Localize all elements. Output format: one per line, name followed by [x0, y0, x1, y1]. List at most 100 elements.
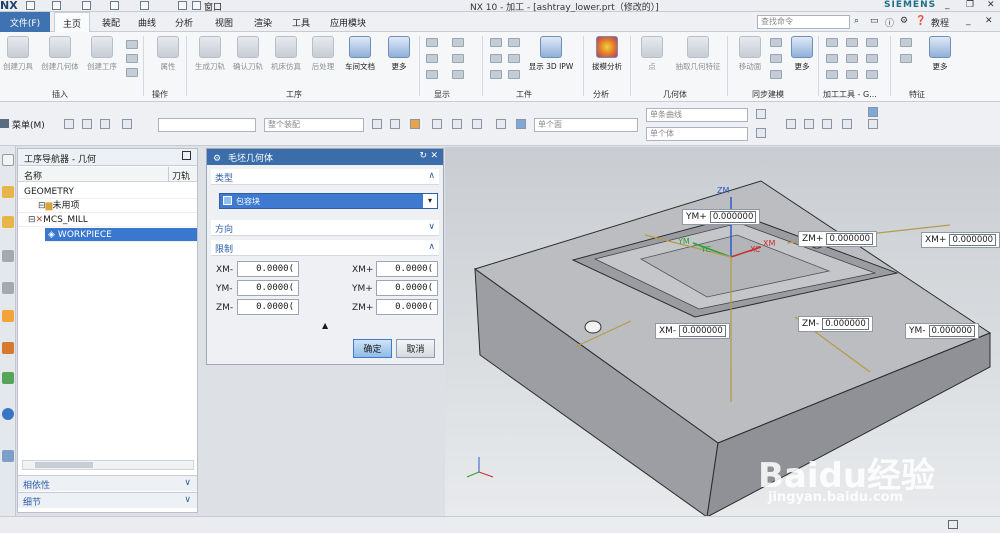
machining-tool-icon[interactable] [826, 54, 838, 63]
reset-icon[interactable]: ↻ [419, 151, 427, 161]
view-icon[interactable] [842, 119, 852, 129]
xm-minus-handle[interactable]: XM- 0.000000 [655, 323, 730, 339]
curve-filter-select[interactable]: 单条曲线 [646, 108, 748, 122]
feature-icon[interactable] [900, 54, 912, 63]
settings-icon[interactable]: ⚙ [900, 16, 908, 26]
tab-analysis[interactable]: 分析 [167, 12, 201, 32]
snap-icon[interactable] [452, 119, 462, 129]
command-search-input[interactable]: 查找命令 [757, 15, 850, 29]
tutorial-link[interactable]: 教程 [931, 16, 949, 29]
view-icon[interactable] [786, 119, 796, 129]
file-menu[interactable]: 文件(F) [0, 12, 50, 32]
restore-button[interactable]: ❐ [966, 0, 974, 10]
roles-tab-icon[interactable] [2, 450, 14, 462]
workpiece-icon[interactable] [490, 54, 502, 63]
xm-minus-input[interactable]: 0.0000( [237, 261, 299, 277]
history-tab-icon[interactable] [2, 342, 14, 354]
display-icon[interactable] [452, 38, 464, 47]
snap-icon[interactable] [410, 119, 420, 129]
tab-curve[interactable]: 曲线 [130, 12, 164, 32]
machining-tool-icon[interactable] [866, 70, 878, 79]
machining-tool-icon[interactable] [846, 54, 858, 63]
view-icon[interactable] [822, 119, 832, 129]
selection-icon[interactable] [756, 128, 766, 138]
fullscreen-icon[interactable] [948, 520, 958, 529]
draft-analysis-button[interactable]: 拔模分析 [585, 36, 629, 72]
close-icon[interactable]: ✕ [430, 151, 438, 161]
assembly-navigator-tab-icon[interactable] [2, 282, 14, 294]
machining-tool-icon[interactable] [846, 70, 858, 79]
body-filter-select[interactable]: 单个体 [646, 127, 748, 141]
horizontal-scrollbar[interactable] [22, 460, 194, 470]
ym-plus-input[interactable]: 0.0000( [376, 280, 438, 296]
xm-plus-handle[interactable]: XM+ 0.000000 [921, 232, 1000, 248]
dependencies-panel[interactable]: 相依性 ∨ [18, 475, 197, 491]
select-icon[interactable] [82, 119, 92, 129]
type-section-header[interactable]: 类型 ∧ [211, 169, 439, 185]
ym-plus-handle[interactable]: YM+ 0.000000 [682, 209, 761, 225]
tab-tools[interactable]: 工具 [284, 12, 318, 32]
tree-row-unused[interactable]: ⊟▆未用项 [18, 199, 197, 213]
web-browser-tab-icon[interactable] [2, 408, 14, 420]
assembly-filter-select[interactable]: 整个装配 [264, 118, 364, 132]
window-icon[interactable] [192, 1, 201, 10]
tree-row-geometry[interactable]: GEOMETRY [18, 185, 197, 199]
point-button[interactable]: 点 [630, 36, 674, 72]
minimize-button[interactable]: _ [945, 0, 950, 10]
show-3d-ipw-button[interactable]: 显示 3D IPW [526, 36, 576, 72]
zm-plus-handle[interactable]: ZM+ 0.000000 [798, 231, 878, 247]
operation-navigator-tab-icon[interactable] [2, 186, 14, 198]
maximize-icon[interactable] [182, 151, 191, 160]
machining-tool-icon[interactable] [866, 38, 878, 47]
workpiece-icon[interactable] [490, 38, 502, 47]
shop-doc-button[interactable]: 车间文档 [338, 36, 382, 72]
view-icon[interactable] [868, 119, 878, 129]
details-panel[interactable]: 细节 ∨ [18, 492, 197, 508]
palette-tab-icon[interactable] [2, 372, 14, 384]
workpiece-icon[interactable] [508, 54, 520, 63]
direction-section-header[interactable]: 方向 ∨ [211, 220, 439, 236]
machining-tool-icon[interactable] [846, 38, 858, 47]
ym-minus-handle[interactable]: YM- 0.000000 [905, 323, 980, 339]
machine-navigator-tab-icon[interactable] [2, 216, 14, 228]
type-filter-select[interactable] [158, 118, 256, 132]
repeat-icon[interactable] [140, 1, 149, 10]
create-tool-button[interactable]: 创建刀具 [0, 36, 40, 72]
dropdown-arrow-icon[interactable]: ▾ [423, 194, 437, 208]
extract-geometry-button[interactable]: 抽取几何特征 [672, 36, 724, 72]
display-icon[interactable] [452, 54, 464, 63]
paste-icon[interactable] [110, 1, 119, 10]
feature-icon[interactable] [900, 38, 912, 47]
display-icon[interactable] [452, 70, 464, 79]
more-features-button[interactable]: 更多 [918, 36, 962, 72]
cancel-button[interactable]: 取消 [396, 339, 435, 358]
tree-row-workpiece[interactable]: ◈ WORKPIECE [45, 228, 197, 242]
select-icon[interactable] [122, 119, 132, 129]
zm-plus-input[interactable]: 0.0000( [376, 299, 438, 315]
column-name[interactable]: 名称 [24, 169, 42, 182]
snap-icon[interactable] [390, 119, 400, 129]
ribbon-minimize-icon[interactable]: _ [966, 16, 971, 26]
workpiece-icon[interactable] [508, 70, 520, 79]
display-icon[interactable] [426, 70, 438, 79]
small-insert-icon[interactable] [126, 40, 138, 49]
ym-minus-input[interactable]: 0.0000( [237, 280, 299, 296]
cut-icon[interactable] [82, 1, 91, 10]
snap-icon[interactable] [372, 119, 382, 129]
reuse-library-tab-icon[interactable] [2, 310, 14, 322]
tree-row-mcs-mill[interactable]: ⊟✕MCS_MILL [18, 213, 197, 227]
display-icon[interactable] [426, 54, 438, 63]
column-path[interactable]: 刀轨 [172, 169, 190, 182]
workpiece-icon[interactable] [508, 38, 520, 47]
workpiece-icon[interactable] [490, 70, 502, 79]
collapse-arrow-icon[interactable]: ▲ [322, 321, 328, 330]
machining-tool-icon[interactable] [826, 38, 838, 47]
machining-tool-icon[interactable] [826, 70, 838, 79]
select-icon[interactable] [100, 119, 110, 129]
save-icon[interactable] [26, 1, 35, 10]
small-insert-icon[interactable] [126, 68, 138, 77]
tab-view[interactable]: 视图 [207, 12, 241, 32]
tab-render[interactable]: 渲染 [246, 12, 280, 32]
properties-button[interactable]: 属性 [146, 36, 190, 72]
help-info-icon[interactable]: ⓘ [885, 16, 894, 29]
